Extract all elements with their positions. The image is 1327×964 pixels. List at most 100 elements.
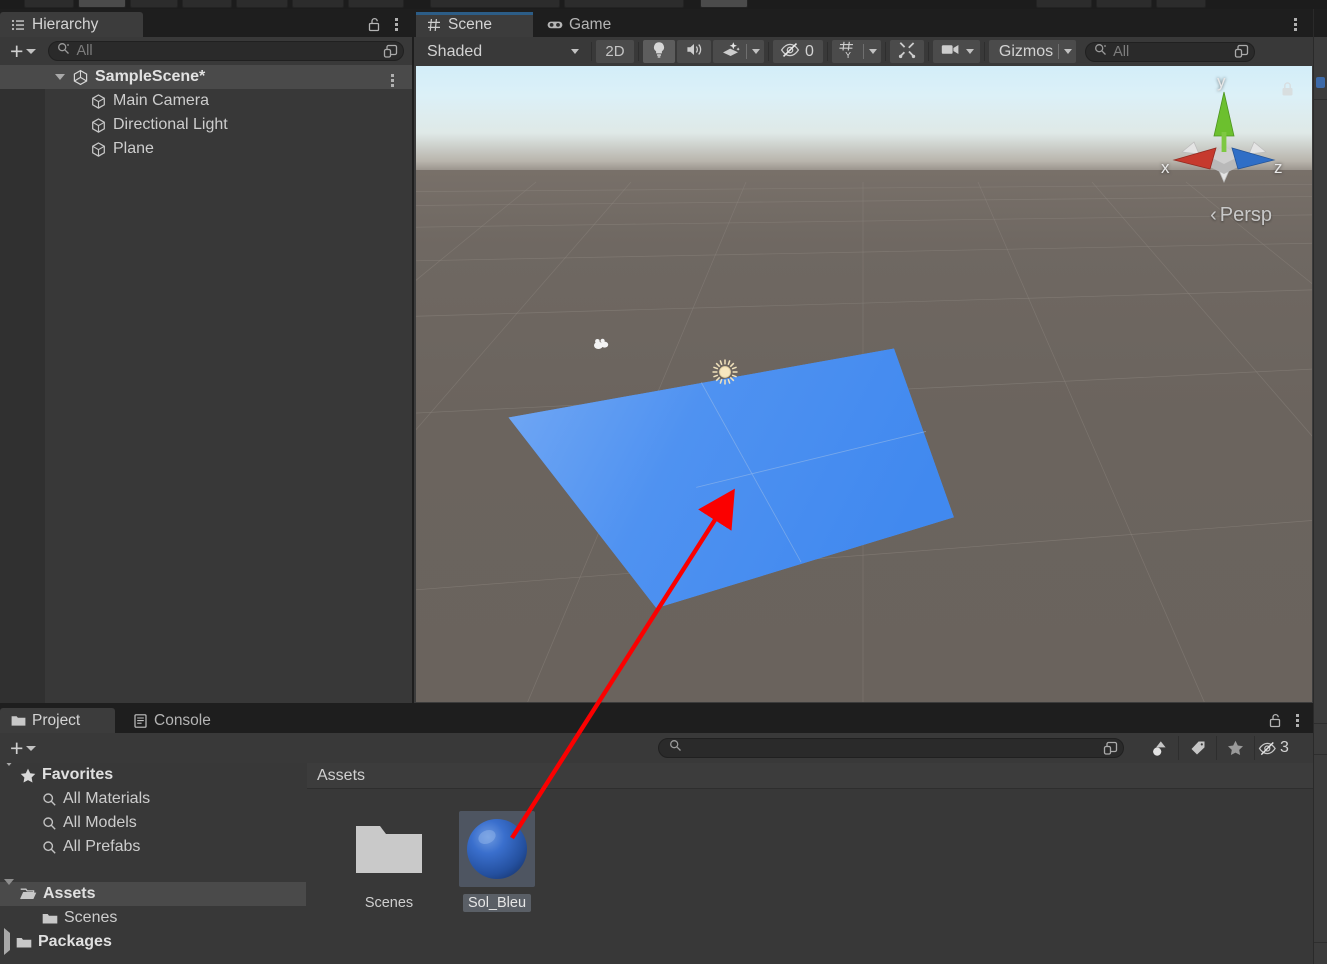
breadcrumb-label: Assets: [317, 766, 366, 784]
inspector-panel-sliver[interactable]: [1313, 9, 1327, 964]
tab-scene[interactable]: Scene: [416, 12, 533, 37]
project-toolbar: + 3: [0, 733, 1313, 763]
gameobject-cube-icon: [90, 141, 108, 158]
asset-item-sol-bleu[interactable]: Sol_Bleu: [451, 811, 543, 912]
toolbar-button[interactable]: [1036, 0, 1092, 8]
hierarchy-item-samplescene[interactable]: SampleScene*: [0, 65, 412, 89]
scene-tools-button[interactable]: [889, 40, 924, 63]
tab-label: Hierarchy: [32, 15, 99, 33]
favorites-star-icon[interactable]: [1216, 736, 1254, 760]
project-tree-assets[interactable]: Assets: [0, 879, 306, 906]
tab-hierarchy[interactable]: Hierarchy: [0, 12, 143, 37]
asset-item-scenes[interactable]: Scenes: [343, 811, 435, 912]
camera-gizmo-icon[interactable]: [592, 338, 612, 357]
gizmo-y-label[interactable]: y: [1217, 72, 1226, 92]
toolbar-button[interactable]: [24, 0, 74, 8]
toolbar-button[interactable]: [292, 0, 344, 8]
project-tree-label: All Models: [63, 814, 137, 831]
create-object-button[interactable]: +: [8, 40, 38, 63]
inspector-tabbar[interactable]: [1314, 9, 1327, 37]
fx-dropdown-button[interactable]: [713, 40, 764, 63]
grid-dropdown-button[interactable]: Y: [831, 40, 881, 63]
create-asset-button[interactable]: +: [8, 735, 38, 761]
camera-icon: [941, 43, 960, 60]
project-tree-scenes[interactable]: Scenes: [0, 906, 306, 930]
search-icon: [669, 739, 682, 757]
scene-viewport[interactable]: y x z ‹ Persp: [416, 66, 1312, 702]
expand-twisty-icon[interactable]: [53, 74, 67, 80]
hierarchy-tree[interactable]: SampleScene* Main Camera Directional Lig…: [0, 65, 412, 703]
toolbar-button[interactable]: [182, 0, 232, 8]
tab-console[interactable]: Console: [122, 708, 240, 733]
scene-search-input[interactable]: All: [1085, 41, 1256, 62]
toolbar-button[interactable]: [236, 0, 288, 8]
popout-icon[interactable]: [1232, 43, 1250, 61]
hierarchy-search-input[interactable]: All: [48, 41, 404, 61]
material-sphere-preview: [459, 811, 535, 887]
kebab-menu-icon[interactable]: [386, 14, 406, 34]
label-tag-icon[interactable]: [1178, 736, 1216, 760]
hierarchy-item-label: Plane: [113, 140, 154, 157]
hierarchy-list-icon: [10, 17, 26, 33]
2d-toggle-button[interactable]: 2D: [596, 40, 634, 63]
tab-label: Game: [569, 15, 612, 33]
popout-icon[interactable]: [381, 42, 399, 60]
projection-mode-toggle[interactable]: ‹ Persp: [1210, 204, 1272, 227]
audio-toggle-button[interactable]: [677, 40, 711, 63]
project-tree-favorites[interactable]: Favorites: [0, 763, 306, 787]
hierarchy-item-plane[interactable]: Plane: [0, 137, 412, 161]
kebab-menu-icon[interactable]: [1285, 14, 1305, 34]
project-tree-label: Assets: [43, 885, 96, 902]
toolbar-button[interactable]: [348, 0, 404, 8]
light-sun-gizmo-icon[interactable]: [711, 358, 739, 391]
hidden-objects-count: 0: [805, 42, 814, 60]
gizmos-dropdown-button[interactable]: Gizmos: [988, 40, 1077, 63]
scene-orientation-gizmo[interactable]: y x z: [1161, 72, 1284, 204]
hidden-items-icon[interactable]: 3: [1254, 736, 1292, 760]
kebab-menu-icon[interactable]: [1287, 710, 1307, 730]
project-tree-all-prefabs[interactable]: All Prefabs: [0, 835, 306, 859]
2d-label: 2D: [605, 43, 625, 60]
gizmo-z-label[interactable]: z: [1274, 158, 1283, 178]
svg-text:Y: Y: [845, 50, 851, 59]
inspector-body[interactable]: [1314, 37, 1327, 964]
search-icon: [1094, 43, 1107, 61]
play-button[interactable]: [430, 0, 560, 8]
hidden-objects-button[interactable]: 0: [773, 40, 823, 63]
type-filter-icon[interactable]: [1140, 736, 1178, 760]
toolbar-button[interactable]: [1156, 0, 1206, 8]
project-tree-all-models[interactable]: All Models: [0, 811, 306, 835]
tab-game[interactable]: Game: [537, 12, 642, 37]
chevron-down-icon: [26, 745, 37, 751]
lock-open-icon[interactable]: [1265, 710, 1285, 730]
project-search-input[interactable]: [658, 738, 1124, 758]
project-tree-all-materials[interactable]: All Materials: [0, 787, 306, 811]
main-toolbar: [0, 0, 1327, 9]
popout-icon[interactable]: [1101, 739, 1119, 757]
plus-icon: +: [10, 735, 24, 761]
gizmo-x-label[interactable]: x: [1161, 158, 1170, 178]
expand-twisty-icon[interactable]: [4, 763, 14, 784]
project-tree-label: All Prefabs: [63, 838, 141, 855]
lock-open-icon[interactable]: [364, 14, 384, 34]
pause-button[interactable]: [564, 0, 684, 8]
asset-grid: Scenes Sol_Bleu: [307, 789, 1313, 912]
star-icon: [20, 768, 36, 783]
toolbar-button[interactable]: [130, 0, 178, 8]
hierarchy-item-directional-light[interactable]: Directional Light: [0, 113, 412, 137]
draw-mode-dropdown[interactable]: Shaded: [417, 40, 587, 63]
project-tree-packages[interactable]: Packages: [0, 928, 306, 955]
lighting-toggle-button[interactable]: [643, 40, 675, 63]
asset-browser[interactable]: Assets Scenes Sol_Bleu: [307, 763, 1313, 964]
collapse-twisty-icon[interactable]: [4, 928, 10, 955]
tab-project[interactable]: Project: [0, 708, 115, 733]
folder-open-icon: [20, 887, 37, 901]
toolbar-button[interactable]: [1096, 0, 1152, 8]
kebab-menu-icon[interactable]: [382, 70, 402, 90]
scene-camera-dropdown[interactable]: [932, 40, 980, 63]
toolbar-button[interactable]: [78, 0, 126, 8]
toolbar-button[interactable]: [700, 0, 748, 8]
project-folder-tree[interactable]: Favorites All Materials All Models All P…: [0, 763, 306, 964]
expand-twisty-icon[interactable]: [4, 879, 14, 903]
hierarchy-item-main-camera[interactable]: Main Camera: [0, 89, 412, 113]
